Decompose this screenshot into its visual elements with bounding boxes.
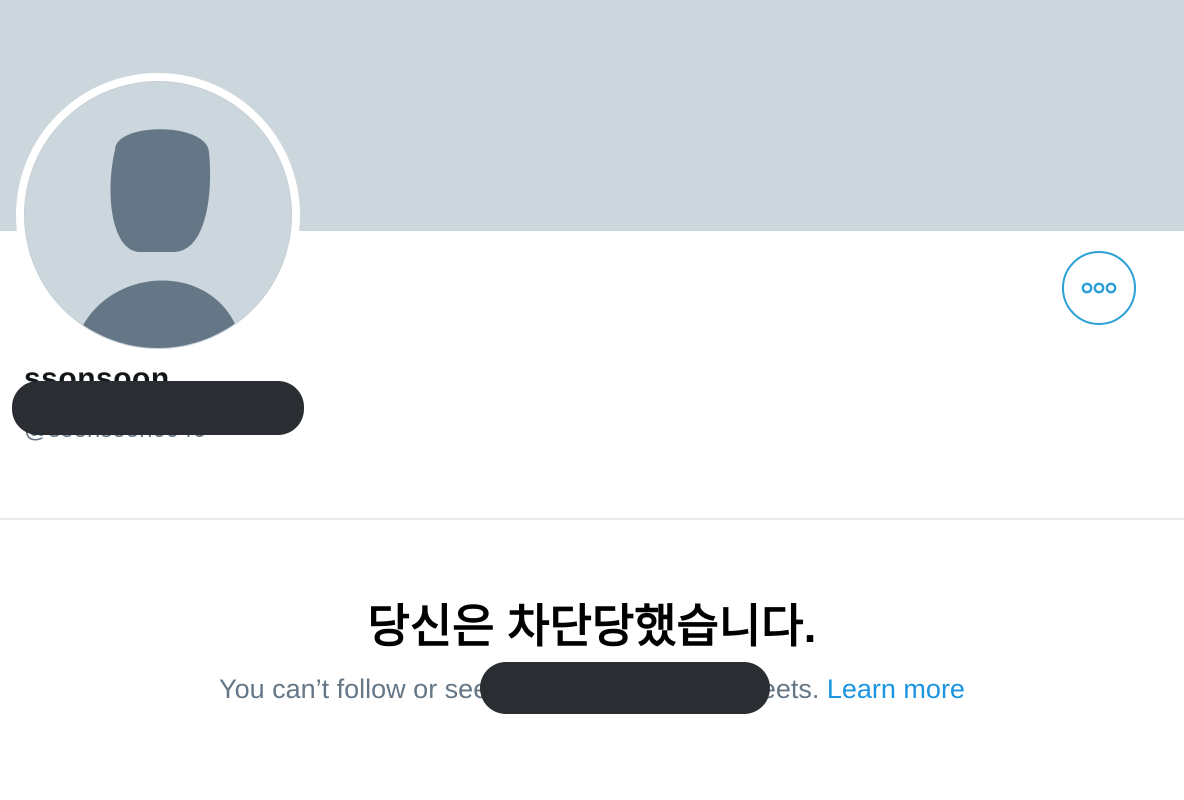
redaction-mark xyxy=(480,662,770,714)
profile-page: ssonsoon @soonsoon0046 당신은 차단당했습니다. You … xyxy=(0,0,1184,800)
section-divider xyxy=(0,518,1184,520)
default-user-icon xyxy=(24,81,292,349)
redaction-mark xyxy=(12,381,304,435)
learn-more-link[interactable]: Learn more xyxy=(827,674,965,704)
more-horizontal-icon xyxy=(1081,282,1117,294)
profile-avatar[interactable] xyxy=(16,73,300,357)
blocked-title: 당신은 차단당했습니다. xyxy=(367,600,817,652)
more-options-button[interactable] xyxy=(1062,251,1136,325)
